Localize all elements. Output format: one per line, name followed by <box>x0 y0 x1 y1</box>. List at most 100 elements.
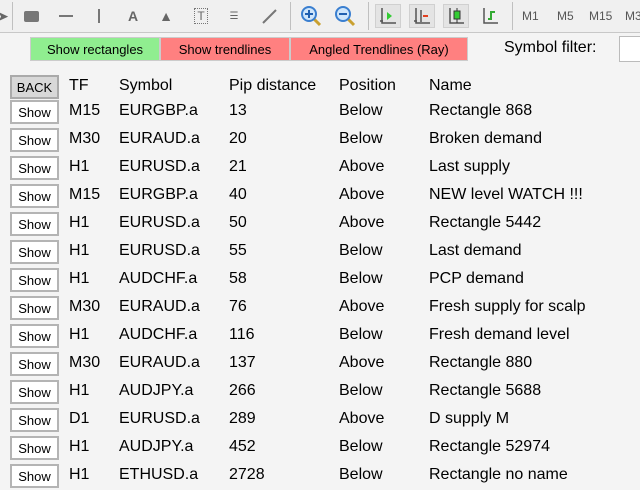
show-button[interactable]: Show <box>10 324 59 348</box>
show-rectangles-button[interactable]: Show rectangles <box>30 37 160 61</box>
cell-tf: M15 <box>69 102 101 119</box>
cell-name: Rectangle 52974 <box>429 438 550 455</box>
cell-name: NEW level WATCH !!! <box>429 186 583 203</box>
header-name: Name <box>429 77 472 94</box>
table-row: Show H1 AUDCHF.a 58 Below PCP demand <box>0 266 640 294</box>
cell-symbol: EURGBP.a <box>119 186 198 203</box>
trendline-tool-icon[interactable] <box>256 4 282 28</box>
cell-tf: M30 <box>69 298 101 315</box>
fibonacci-tool-icon[interactable]: ☰ <box>221 4 247 28</box>
rectangle-tool-icon[interactable] <box>18 4 44 28</box>
table-row: Show M30 EURAUD.a 20 Below Broken demand <box>0 126 640 154</box>
table-row: Show M15 EURGBP.a 40 Above NEW level WATCH !!… <box>0 182 640 210</box>
cell-pip-distance: 137 <box>229 354 256 371</box>
cell-tf: M30 <box>69 130 101 147</box>
cell-pip-distance: 116 <box>229 326 255 343</box>
table-row: Show H1 EURUSD.a 50 Above Rectangle 5442 <box>0 210 640 238</box>
symbol-filter-input[interactable] <box>619 36 640 62</box>
line-chart-icon[interactable] <box>477 4 503 28</box>
back-button[interactable]: BACK <box>10 75 59 99</box>
vertical-line-tool-icon[interactable] <box>86 4 112 28</box>
header-symbol: Symbol <box>119 77 173 94</box>
cell-symbol: EURAUD.a <box>119 354 200 371</box>
cell-name: Fresh supply for scalp <box>429 298 586 315</box>
zoom-in-icon[interactable] <box>298 4 324 28</box>
cell-pip-distance: 2728 <box>229 466 265 483</box>
timeframe-m5[interactable]: M5 <box>557 9 574 23</box>
show-button[interactable]: Show <box>10 436 59 460</box>
cell-name: Rectangle 5688 <box>429 382 542 399</box>
cell-pip-distance: 452 <box>229 438 256 455</box>
cell-symbol: AUDJPY.a <box>119 382 194 399</box>
cell-name: Last supply <box>429 158 510 175</box>
show-button[interactable]: Show <box>10 380 59 404</box>
cell-symbol: EURAUD.a <box>119 130 200 147</box>
timeframe-m15[interactable]: M15 <box>589 9 612 23</box>
candlestick-chart-icon[interactable] <box>443 4 469 28</box>
header-position: Position <box>339 77 396 94</box>
cell-tf: H1 <box>69 242 90 259</box>
cell-position: Above <box>339 298 385 315</box>
cell-tf: D1 <box>69 410 90 427</box>
symbol-filter-label: Symbol filter: <box>504 39 597 56</box>
cell-position: Below <box>339 326 383 343</box>
show-button[interactable]: Show <box>10 268 59 292</box>
show-button[interactable]: Show <box>10 408 59 432</box>
cell-pip-distance: 58 <box>229 270 247 287</box>
table-row: Show M15 EURGBP.a 13 Below Rectangle 868 <box>0 98 640 126</box>
chart-shift-icon[interactable] <box>375 4 401 28</box>
cell-name: D supply M <box>429 410 510 427</box>
horizontal-line-tool-icon[interactable] <box>53 4 79 28</box>
show-button[interactable]: Show <box>10 184 59 208</box>
cell-position: Below <box>339 466 383 483</box>
cell-symbol: EURUSD.a <box>119 410 200 427</box>
timeframe-m1[interactable]: M1 <box>522 9 539 23</box>
separator <box>512 2 513 30</box>
separator <box>290 2 291 30</box>
show-button[interactable]: Show <box>10 156 59 180</box>
table-row: Show M30 EURAUD.a 76 Above Fresh supply for s… <box>0 294 640 322</box>
cell-position: Below <box>339 270 383 287</box>
cell-name: Rectangle 868 <box>429 102 533 119</box>
cell-symbol: EURGBP.a <box>119 102 198 119</box>
cell-position: Above <box>339 186 385 203</box>
cell-symbol: AUDCHF.a <box>119 270 198 287</box>
show-button[interactable]: Show <box>10 212 59 236</box>
show-button[interactable]: Show <box>10 464 59 488</box>
triangle-tool-icon[interactable]: ▲ <box>153 4 179 28</box>
cell-symbol: EURUSD.a <box>119 158 200 175</box>
show-button[interactable]: Show <box>10 240 59 264</box>
show-trendlines-button[interactable]: Show trendlines <box>160 37 290 61</box>
cursor-icon[interactable]: ➤ <box>0 4 16 28</box>
show-button[interactable]: Show <box>10 296 59 320</box>
cell-position: Above <box>339 354 385 371</box>
text-label-tool-icon[interactable]: T <box>188 4 214 28</box>
cell-position: Above <box>339 214 385 231</box>
show-button[interactable]: Show <box>10 352 59 376</box>
table-row: Show H1 AUDJPY.a 266 Below Rectangle 5688 <box>0 378 640 406</box>
cell-symbol: EURUSD.a <box>119 242 200 259</box>
cell-pip-distance: 289 <box>229 410 256 427</box>
timeframe-m30[interactable]: M30 <box>625 9 640 23</box>
auto-scroll-icon[interactable] <box>409 4 435 28</box>
cell-symbol: EURUSD.a <box>119 214 200 231</box>
cell-symbol: ETHUSD.a <box>119 466 199 483</box>
show-button[interactable]: Show <box>10 100 59 124</box>
toolbar: ➤ A ▲ T ☰ M1 M5 M15 M30 <box>0 0 640 33</box>
angled-trendlines-button[interactable]: Angled Trendlines (Ray) <box>290 37 468 61</box>
cell-pip-distance: 55 <box>229 242 247 259</box>
cell-pip-distance: 21 <box>229 158 247 175</box>
table-row: Show H1 AUDCHF.a 116 Below Fresh demand level <box>0 322 640 350</box>
cell-tf: M30 <box>69 354 101 371</box>
zoom-out-icon[interactable] <box>332 4 358 28</box>
cell-tf: H1 <box>69 438 90 455</box>
cell-name: PCP demand <box>429 270 524 287</box>
text-tool-icon[interactable]: A <box>120 4 146 28</box>
cell-tf: H1 <box>69 382 90 399</box>
separator <box>368 2 369 30</box>
show-button[interactable]: Show <box>10 128 59 152</box>
cell-position: Above <box>339 410 385 427</box>
table-row: Show H1 EURUSD.a 21 Above Last supply <box>0 154 640 182</box>
header-tf: TF <box>69 77 89 94</box>
cell-tf: H1 <box>69 158 90 175</box>
